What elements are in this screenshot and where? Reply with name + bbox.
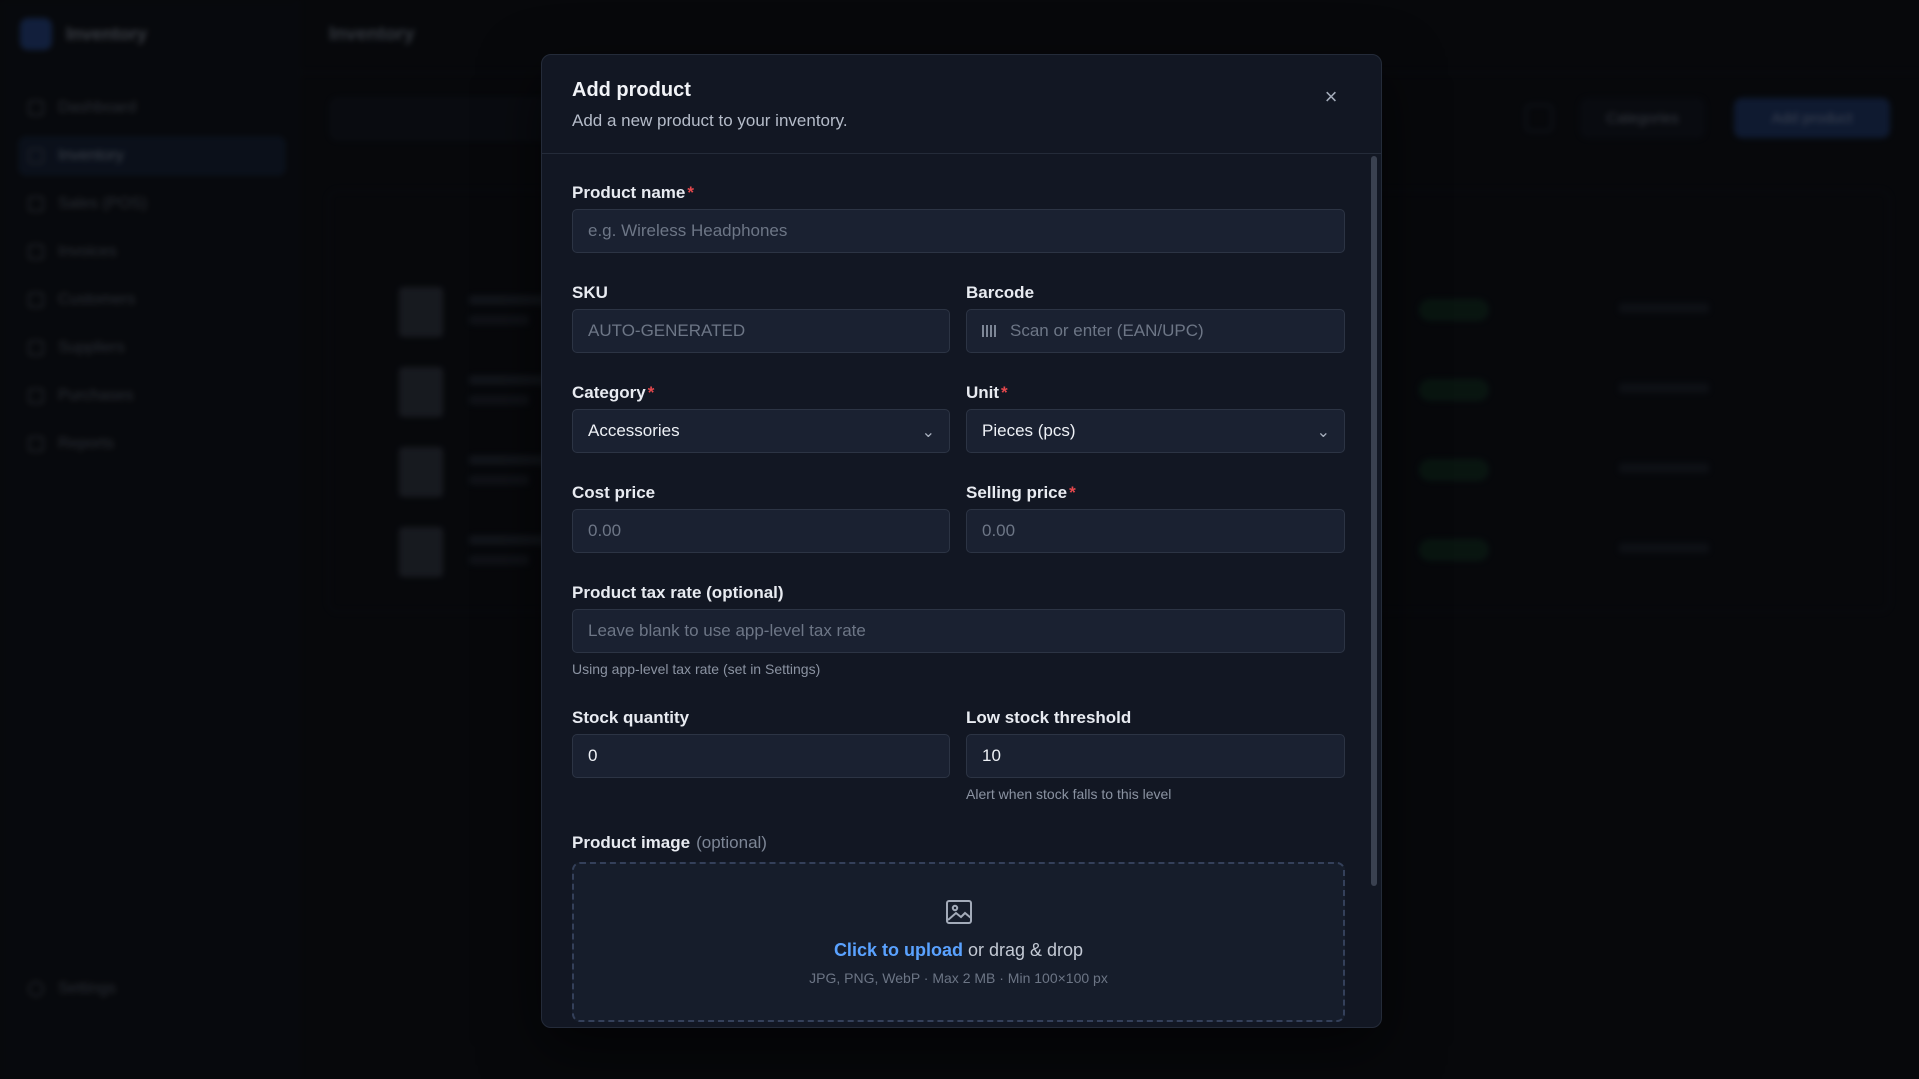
dropzone-hint: JPG, PNG, WebP · Max 2 MB · Min 100×100 … <box>809 970 1108 986</box>
low-stock-input[interactable]: 10 <box>966 734 1345 778</box>
barcode-placeholder: Scan or enter (EAN/UPC) <box>1010 321 1204 340</box>
dropzone-text: Click to upload or drag & drop <box>574 940 1343 961</box>
chevron-down-icon: ⌄ <box>921 424 935 441</box>
tax-rate-placeholder: Leave blank to use app-level tax rate <box>588 621 866 640</box>
category-select[interactable]: Accessories ⌄ <box>572 409 950 453</box>
cost-price-label-row: Cost price <box>572 482 655 504</box>
stock-quantity-label: Stock quantity <box>572 708 690 727</box>
dialog-header: Add product Add a new product to your in… <box>542 55 1381 154</box>
add-product-dialog: Add product Add a new product to your in… <box>541 54 1382 1028</box>
dialog-title: Add product <box>572 79 691 101</box>
product-name-label: Product name <box>572 183 686 202</box>
barcode-label-row: Barcode <box>966 282 1034 304</box>
selling-price-placeholder: 0.00 <box>982 521 1016 540</box>
product-name-label-row: Product name * <box>572 182 694 204</box>
cost-price-input[interactable]: 0.00 <box>572 509 950 553</box>
tax-rate-label: Product tax rate (optional) <box>572 583 784 602</box>
product-image-label-row: Product image (optional) <box>572 832 767 854</box>
drag-drop-text: or drag & drop <box>967 940 1084 960</box>
barcode-icon <box>982 325 998 337</box>
low-stock-helper: Alert when stock falls to this level <box>966 786 1172 802</box>
cost-price-label: Cost price <box>572 483 656 502</box>
unit-value: Pieces (pcs) <box>982 421 1076 440</box>
stock-quantity-value: 0 <box>588 746 598 765</box>
product-image-label: Product image <box>572 833 691 852</box>
required-marker: * <box>1069 483 1076 502</box>
required-marker: * <box>1001 383 1008 402</box>
scrollbar[interactable] <box>1371 156 1377 886</box>
low-stock-label: Low stock threshold <box>966 708 1132 727</box>
low-stock-label-row: Low stock threshold <box>966 707 1131 729</box>
required-marker: * <box>687 183 694 202</box>
sku-label-row: SKU <box>572 282 608 304</box>
category-label-row: Category * <box>572 382 654 404</box>
tax-rate-label-row: Product tax rate (optional) <box>572 582 784 604</box>
stock-quantity-label-row: Stock quantity <box>572 707 689 729</box>
low-stock-value: 10 <box>982 746 1001 765</box>
image-dropzone[interactable]: Click to upload or drag & drop JPG, PNG,… <box>572 862 1345 1022</box>
click-to-upload-link[interactable]: Click to upload <box>834 940 963 960</box>
unit-select[interactable]: Pieces (pcs) ⌄ <box>966 409 1345 453</box>
cost-price-placeholder: 0.00 <box>588 521 622 540</box>
tax-rate-input[interactable]: Leave blank to use app-level tax rate <box>572 609 1345 653</box>
unit-label-row: Unit * <box>966 382 1008 404</box>
category-value: Accessories <box>588 421 680 440</box>
barcode-label: Barcode <box>966 283 1035 302</box>
category-label: Category <box>572 383 646 402</box>
chevron-down-icon: ⌄ <box>1316 424 1330 441</box>
selling-price-label-row: Selling price * <box>966 482 1076 504</box>
optional-marker: (optional) <box>696 833 767 852</box>
sku-input[interactable]: AUTO-GENERATED <box>572 309 950 353</box>
product-name-placeholder: e.g. Wireless Headphones <box>588 221 788 240</box>
sku-label: SKU <box>572 283 608 302</box>
dialog-subtitle: Add a new product to your inventory. <box>572 111 848 130</box>
selling-price-input[interactable]: 0.00 <box>966 509 1345 553</box>
sku-placeholder: AUTO-GENERATED <box>588 321 746 340</box>
image-icon <box>946 900 972 924</box>
unit-label: Unit <box>966 383 1000 402</box>
required-marker: * <box>647 383 655 402</box>
selling-price-label: Selling price <box>966 483 1068 502</box>
close-icon[interactable]: × <box>1319 85 1343 109</box>
stock-quantity-input[interactable]: 0 <box>572 734 950 778</box>
product-name-input[interactable]: e.g. Wireless Headphones <box>572 209 1345 253</box>
barcode-input[interactable]: Scan or enter (EAN/UPC) <box>966 309 1345 353</box>
tax-rate-helper: Using app-level tax rate (set in Setting… <box>572 661 821 677</box>
